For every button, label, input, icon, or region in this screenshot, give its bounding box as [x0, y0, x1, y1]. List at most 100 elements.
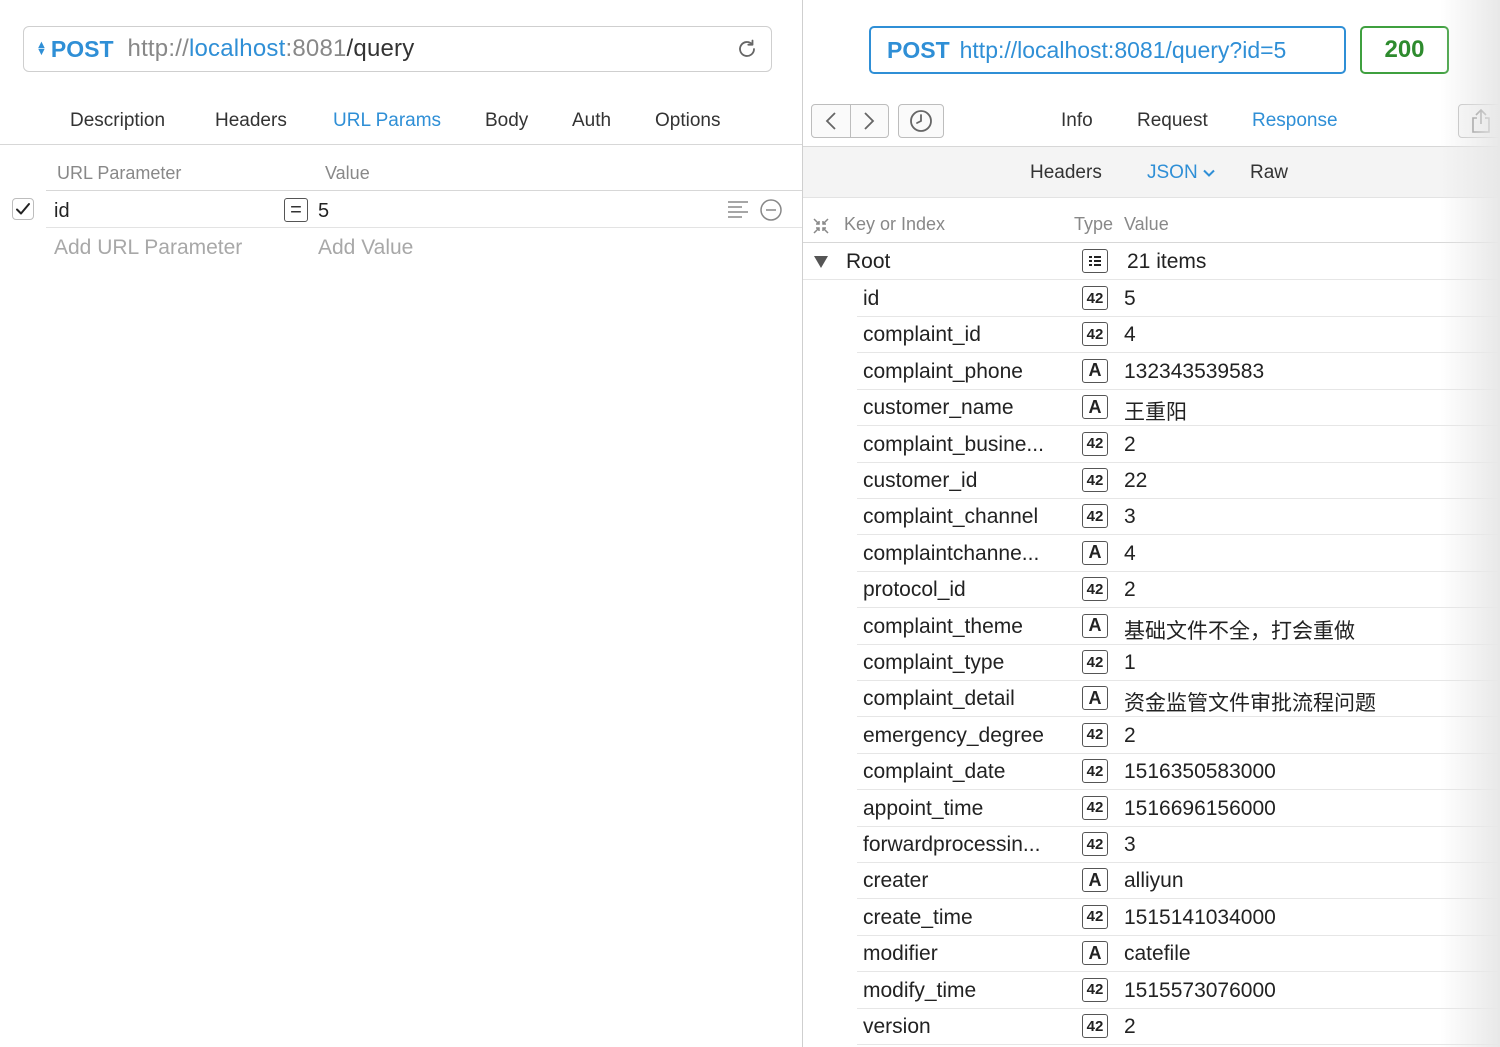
number-type-icon: 42	[1082, 577, 1108, 602]
json-tree-row[interactable]: complaintchanne... A 4	[803, 536, 1500, 572]
json-tree-row[interactable]: id 42 5	[803, 281, 1500, 317]
json-tree-row[interactable]: complaint_type 42 1	[803, 645, 1500, 681]
json-tree-row[interactable]: customer_name A 王重阳	[803, 390, 1500, 427]
json-tree-row[interactable]: creater Aalliyun	[803, 863, 1500, 900]
number-type-icon: 42	[1082, 1014, 1108, 1038]
json-value: alliyun	[1124, 869, 1184, 893]
tab-headers[interactable]: Headers	[215, 110, 287, 132]
json-value: 4	[1124, 323, 1136, 347]
tab-url-params[interactable]: URL Params	[333, 110, 441, 132]
param-row: id = 5	[0, 192, 802, 228]
json-value: 资金监管文件审批流程问题	[1124, 692, 1376, 716]
tab-info[interactable]: Info	[1061, 110, 1093, 132]
request-url-bar[interactable]: ▲ ▼ POST http://localhost:8081/query	[23, 26, 772, 72]
json-value: 王重阳	[1124, 401, 1187, 425]
number-type-icon: 42	[1082, 286, 1108, 310]
json-tree-row[interactable]: complaint_date 42 1516350583000	[803, 754, 1500, 791]
number-type-icon: 42	[1082, 468, 1108, 492]
number-type-icon: 42	[1082, 832, 1108, 856]
list-icon[interactable]	[727, 199, 749, 219]
json-key: appoint_time	[863, 796, 984, 820]
string-type-icon: A	[1082, 540, 1108, 565]
request-pane: ▲ ▼ POST http://localhost:8081/query Desc…	[0, 0, 802, 1047]
collapse-all-icon[interactable]	[812, 217, 830, 235]
tab-request[interactable]: Request	[1137, 110, 1208, 132]
tab-auth[interactable]: Auth	[572, 110, 611, 132]
json-tree-row[interactable]: complaint_phone A 132343539583	[803, 354, 1500, 390]
subtab-raw[interactable]: Raw	[1250, 162, 1288, 184]
json-key: complaint_date	[863, 760, 1006, 784]
back-button[interactable]	[812, 105, 850, 137]
add-value-input[interactable]: Add Value	[318, 236, 413, 260]
json-tree-row[interactable]: complaint_id 42 4	[803, 317, 1500, 354]
json-key: creater	[863, 869, 929, 893]
number-type-icon: 42	[1082, 650, 1108, 674]
response-method: POST	[887, 36, 950, 63]
url-scheme: http://	[127, 35, 189, 62]
tab-description[interactable]: Description	[70, 110, 165, 132]
json-key: protocol_id	[863, 578, 966, 602]
param-value[interactable]: 5	[318, 200, 329, 223]
json-tree-row[interactable]: protocol_id 42 2	[803, 572, 1500, 609]
method-toggle-icon[interactable]: ▲ ▼	[36, 40, 47, 58]
number-type-icon: 42	[1082, 431, 1108, 456]
json-value: 2	[1124, 1015, 1136, 1038]
json-value: 1515573076000	[1124, 978, 1276, 1002]
remove-param-icon[interactable]	[760, 199, 782, 221]
json-root-row[interactable]: Root 21 items	[803, 244, 1500, 280]
response-url-badge: POST http://localhost:8081/query?id=5	[869, 26, 1346, 74]
tab-options[interactable]: Options	[655, 110, 720, 132]
json-key: modifier	[863, 942, 938, 966]
json-key: complaint_type	[863, 651, 1005, 674]
json-key: complaint_phone	[863, 359, 1023, 383]
chevron-down-icon	[1203, 169, 1215, 177]
json-tree-row[interactable]: complaint_busine... 42 2	[803, 427, 1500, 463]
response-url: http://localhost:8081/query?id=5	[959, 36, 1287, 63]
json-tree-row[interactable]: modifier Acatefile	[803, 936, 1500, 973]
json-tree-row[interactable]: complaint_channel 42 3	[803, 499, 1500, 536]
string-type-icon: A	[1082, 395, 1108, 420]
json-value: 基础文件不全，打会重做	[1124, 619, 1355, 643]
json-value: 1515141034000	[1124, 905, 1276, 929]
subtab-json[interactable]: JSON	[1147, 162, 1215, 184]
tab-body[interactable]: Body	[485, 110, 528, 132]
tab-response[interactable]: Response	[1252, 110, 1338, 132]
share-button[interactable]	[1458, 104, 1500, 138]
json-tree-row[interactable]: modify_time 42 1515573076000	[803, 973, 1500, 1009]
json-key: customer_name	[863, 396, 1014, 420]
json-tree-row[interactable]: complaint_theme A 基础文件不全，打会重做	[803, 609, 1500, 645]
json-tree-row[interactable]: complaint_detail A 资金监管文件审批流程问题	[803, 681, 1500, 718]
forward-button[interactable]	[849, 105, 889, 137]
number-type-icon: 42	[1082, 977, 1108, 1002]
dictionary-type-icon	[1082, 249, 1108, 273]
json-tree-row[interactable]: forwardprocessin... 42 3	[803, 827, 1500, 863]
disclosure-triangle-icon[interactable]	[814, 256, 828, 268]
request-url[interactable]: http://localhost:8081/query	[128, 35, 415, 63]
json-tree-row[interactable]: create_time 42 1515141034000	[803, 900, 1500, 936]
number-type-icon: 42	[1082, 795, 1108, 820]
json-tree-row[interactable]: emergency_degree 42 2	[803, 718, 1500, 754]
response-subtabs: Headers JSON Raw	[803, 147, 1500, 198]
json-key: complaint_id	[863, 323, 981, 347]
json-value: 2	[1124, 432, 1136, 456]
json-key: version	[863, 1015, 931, 1038]
column-key-or-index: Key or Index	[844, 214, 946, 234]
json-tree-row[interactable]: customer_id 42 22	[803, 463, 1500, 499]
json-key: emergency_degree	[863, 723, 1044, 747]
equals-icon[interactable]: =	[284, 198, 308, 222]
column-value: Value	[1124, 214, 1169, 234]
json-value: 132343539583	[1124, 359, 1265, 383]
reload-icon[interactable]	[735, 37, 759, 61]
string-type-icon: A	[1082, 686, 1108, 711]
request-method[interactable]: POST	[51, 36, 114, 63]
param-name[interactable]: id	[54, 200, 70, 223]
string-type-icon: A	[1082, 613, 1108, 638]
param-enabled-checkbox[interactable]	[12, 198, 34, 220]
subtab-headers[interactable]: Headers	[1030, 162, 1102, 184]
json-tree-row[interactable]: appoint_time 42 1516696156000	[803, 791, 1500, 827]
json-tree-row[interactable]: version 42 2	[803, 1009, 1500, 1045]
json-tree-header: Key or Index Type Value	[803, 206, 1500, 243]
history-button[interactable]	[898, 104, 944, 138]
chevron-right-icon	[864, 112, 875, 130]
add-url-parameter-input[interactable]: Add URL Parameter	[54, 236, 242, 260]
